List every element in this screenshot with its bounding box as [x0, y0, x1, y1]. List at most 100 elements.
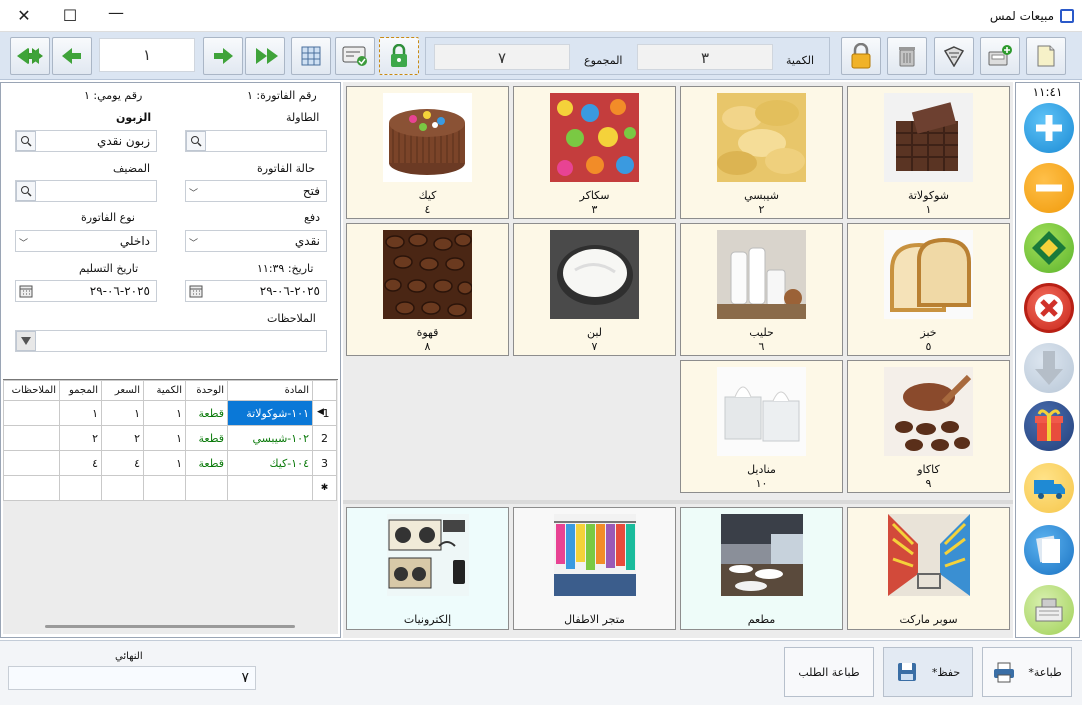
calendar-icon — [19, 285, 33, 298]
product-tile[interactable]: خبز ٥ — [847, 223, 1010, 356]
qty-cell[interactable] — [143, 475, 186, 501]
product-tile[interactable]: كاكاو ٩ — [847, 360, 1010, 493]
invoice-status-select[interactable]: فتح — [185, 180, 327, 202]
first-page-button[interactable] — [10, 37, 50, 75]
item-cell[interactable]: ١٠٤-كيك — [227, 450, 313, 476]
unit-cell[interactable]: قطعة — [185, 400, 228, 426]
search-icon — [21, 186, 32, 197]
category-tile[interactable]: مطعم — [680, 507, 843, 630]
col-header-item[interactable]: المادة — [227, 380, 313, 401]
move-down-button[interactable] — [1024, 343, 1074, 393]
discount-action-button[interactable] — [1024, 223, 1074, 273]
date-picker-button[interactable] — [186, 281, 206, 301]
item-cell[interactable]: ١٠١-شوكولاتة — [227, 400, 313, 426]
product-tile[interactable]: حليب ٦ — [680, 223, 843, 356]
discount-button[interactable] — [934, 37, 974, 75]
new-invoice-button[interactable] — [1026, 37, 1066, 75]
item-cell[interactable]: ١٠٢-شيبسي — [227, 425, 313, 451]
customer-search-button[interactable] — [16, 131, 36, 151]
product-tile[interactable]: سكاكر ٣ — [513, 86, 676, 219]
unit-cell[interactable]: قطعة — [185, 450, 228, 476]
minimize-icon[interactable]: — — [106, 3, 126, 23]
grid-view-button[interactable] — [291, 37, 331, 75]
col-header-total[interactable]: المجمو — [59, 380, 102, 401]
price-cell[interactable]: ١ — [101, 400, 144, 426]
product-tile[interactable]: مناديل ١٠ — [680, 360, 843, 493]
host-search-button[interactable] — [16, 181, 36, 201]
decrease-button[interactable] — [1024, 163, 1074, 213]
lock-button[interactable] — [841, 37, 881, 75]
col-header-price[interactable]: السعر — [101, 380, 144, 401]
table-search-button[interactable] — [186, 131, 206, 151]
print-button[interactable]: طباعة* — [982, 647, 1072, 697]
total-cell[interactable]: ١ — [59, 400, 102, 426]
category-tile[interactable]: متجر الاطفال — [513, 507, 676, 630]
print-order-button[interactable]: طباعة الطلب — [784, 647, 874, 697]
product-tile[interactable]: قهوة ٨ — [346, 223, 509, 356]
product-tile[interactable]: لبن ٧ — [513, 223, 676, 356]
price-cell[interactable]: ٤ — [101, 450, 144, 476]
total-cell[interactable]: ٢ — [59, 425, 102, 451]
increase-button[interactable] — [1024, 103, 1074, 153]
col-header-qty[interactable]: الكمية — [143, 380, 186, 401]
page-number-field[interactable]: ١ — [99, 38, 195, 72]
category-name: سوبر ماركت — [899, 613, 958, 626]
unit-cell[interactable] — [185, 475, 228, 501]
item-cell[interactable] — [227, 475, 313, 501]
cash-register-button[interactable] — [1024, 585, 1074, 635]
total-cell[interactable] — [59, 475, 102, 501]
milk-image — [717, 230, 806, 319]
customer-field[interactable]: زبون نقدي — [15, 130, 157, 152]
new-customer-button[interactable] — [980, 37, 1020, 75]
unit-cell[interactable]: قطعة — [185, 425, 228, 451]
notes-cell[interactable] — [3, 475, 60, 501]
table-field[interactable] — [185, 130, 327, 152]
delete-item-button[interactable] — [1024, 283, 1074, 333]
payment-select[interactable]: نقدي — [185, 230, 327, 252]
card-check-icon — [342, 46, 367, 66]
qty-cell[interactable]: ١ — [143, 450, 186, 476]
invoice-panel: رقم الفاتورة: ١ رقم يومي: ١ الطاولة الزب… — [0, 82, 341, 638]
host-field[interactable] — [15, 180, 157, 202]
table-row[interactable]: 1 ◀ ١٠١-شوكولاتة قطعة ١ ١ ١ — [3, 400, 337, 426]
table-row[interactable]: 2 ١٠٢-شيبسي قطعة ١ ٢ ٢ — [3, 425, 337, 451]
category-tile[interactable]: سوبر ماركت — [847, 507, 1010, 630]
notes-field[interactable] — [15, 330, 327, 352]
delivery-date-field[interactable]: ٢٠٢٥-٠٦-٢٩ — [15, 280, 157, 302]
product-tile[interactable]: شوكولاتة ١ — [847, 86, 1010, 219]
qty-cell[interactable]: ١ — [143, 400, 186, 426]
total-cell[interactable]: ٤ — [59, 450, 102, 476]
new-row[interactable]: ✱ — [3, 475, 337, 501]
category-tile[interactable]: إلكترونيات — [346, 507, 509, 630]
date-field[interactable]: ٢٠٢٥-٠٦-٢٩ — [185, 280, 327, 302]
last-page-button[interactable] — [245, 37, 285, 75]
price-cell[interactable] — [101, 475, 144, 501]
invoice-type-label: نوع الفاتورة — [81, 211, 135, 224]
notes-cell[interactable] — [3, 425, 60, 451]
invoice-type-select[interactable]: داخلي — [15, 230, 157, 252]
save-button[interactable]: حفظ* — [883, 647, 973, 697]
close-icon[interactable]: ✕ — [14, 6, 34, 26]
col-header-unit[interactable]: الوحدة — [185, 380, 228, 401]
delivery-button[interactable] — [1024, 463, 1074, 513]
payment-card-button[interactable] — [335, 37, 375, 75]
product-tile[interactable]: كيك ٤ — [346, 86, 509, 219]
reports-button[interactable] — [1024, 525, 1074, 575]
lock-open-button[interactable] — [379, 37, 419, 75]
notes-dropdown-button[interactable] — [16, 331, 36, 351]
notes-cell[interactable] — [3, 400, 60, 426]
product-tile[interactable]: شيبسي ٢ — [680, 86, 843, 219]
maximize-icon[interactable]: ☐ — [60, 6, 80, 26]
qty-cell[interactable]: ١ — [143, 425, 186, 451]
horizontal-scrollbar[interactable] — [45, 625, 295, 628]
price-cell[interactable]: ٢ — [101, 425, 144, 451]
col-header-notes[interactable]: الملاحظات — [3, 380, 60, 401]
gift-button[interactable] — [1024, 401, 1074, 451]
delivery-date-picker-button[interactable] — [16, 281, 36, 301]
next-page-button[interactable] — [203, 37, 243, 75]
delete-button[interactable] — [887, 37, 927, 75]
green-lock-icon — [391, 44, 407, 67]
previous-page-button[interactable] — [52, 37, 92, 75]
table-row[interactable]: 3 ١٠٤-كيك قطعة ١ ٤ ٤ — [3, 450, 337, 476]
notes-cell[interactable] — [3, 450, 60, 476]
